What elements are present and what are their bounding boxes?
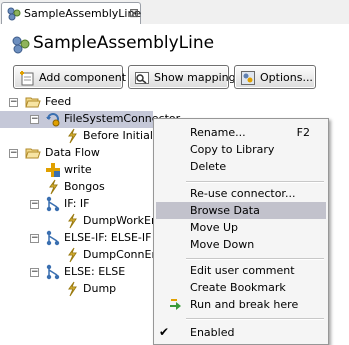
collapse-toggle[interactable]: − — [9, 149, 18, 158]
assembly-line-icon — [7, 7, 21, 21]
tree-label: write — [64, 163, 92, 176]
menu-item-browse-data[interactable]: Browse Data — [156, 202, 326, 219]
tree-node-data-flow[interactable]: − Data Flow — [0, 145, 153, 162]
folder-open-icon — [25, 97, 41, 108]
assembly-line-icon — [12, 36, 30, 54]
options-button[interactable]: Options... — [234, 65, 316, 89]
menu-item-rename[interactable]: Rename... F2 — [156, 124, 326, 141]
menu-separator — [186, 258, 324, 260]
options-icon — [241, 71, 255, 85]
tree-node-dump-conn-entry[interactable]: DumpConnEntry — [0, 247, 153, 264]
menu-label: Move Down — [190, 238, 255, 251]
add-attribute-icon — [46, 163, 60, 177]
menu-shortcut: F2 — [296, 126, 310, 139]
tree-node-else-if[interactable]: − ELSE-IF: ELSE-IF — [0, 230, 153, 247]
tree-label: ELSE-IF: ELSE-IF — [64, 231, 152, 244]
menu-item-move-up[interactable]: Move Up — [156, 219, 326, 236]
menu-separator — [186, 181, 324, 183]
run-break-icon — [170, 299, 181, 310]
collapse-toggle[interactable]: − — [30, 115, 39, 124]
mapping-icon — [135, 72, 149, 84]
tree-node-filesystem-connector[interactable]: − FileSystemConnector — [0, 111, 180, 128]
checkmark-icon: ✔ — [159, 325, 170, 339]
branch-icon — [46, 264, 60, 280]
menu-label: Re-use connector... — [190, 187, 296, 200]
tree-node-before-initialize[interactable]: Before Initialize — [0, 128, 153, 145]
menu-separator — [186, 318, 324, 320]
menu-label: Enabled — [190, 326, 235, 339]
connector-icon — [46, 113, 60, 127]
menu-label: Create Bookmark — [190, 281, 286, 294]
menu-label: Edit user comment — [190, 264, 295, 277]
menu-item-edit-user-comment[interactable]: Edit user comment — [156, 262, 326, 279]
script-icon — [49, 179, 58, 195]
collapse-toggle[interactable]: − — [30, 200, 39, 209]
script-hook-icon — [68, 128, 77, 144]
editor-tab-strip: SampleAssemblyLine ⊠ — [0, 0, 349, 25]
menu-item-move-down[interactable]: Move Down — [156, 236, 326, 253]
branch-icon — [46, 230, 60, 246]
collapse-toggle[interactable]: − — [30, 234, 39, 243]
tree-node-bongos[interactable]: Bongos — [0, 179, 153, 196]
tree-label: Data Flow — [45, 146, 100, 159]
show-mapping-label: Show mapping — [154, 71, 236, 84]
add-component-label: Add component — [39, 71, 127, 84]
menu-item-reuse-connector[interactable]: Re-use connector... — [156, 185, 326, 202]
menu-label: Run and break here — [190, 298, 299, 311]
tree-label: Feed — [45, 95, 72, 108]
menu-label: Browse Data — [190, 204, 260, 217]
menu-label: Copy to Library — [190, 143, 275, 156]
folder-open-icon — [25, 148, 41, 159]
tree-node-dump-work-entry[interactable]: DumpWorkEntry — [0, 213, 153, 230]
tree-node-if[interactable]: − IF: IF — [0, 196, 153, 213]
show-mapping-button[interactable]: Show mapping — [128, 65, 236, 89]
tree-label: Before Initialize — [83, 129, 153, 142]
collapse-toggle[interactable]: − — [30, 268, 39, 277]
menu-label: Delete — [190, 160, 227, 173]
tree-label: Dump — [83, 282, 117, 295]
tab-label: SampleAssemblyLine — [24, 7, 142, 20]
tree-node-else[interactable]: − ELSE: ELSE — [0, 264, 153, 281]
options-label: Options... — [260, 71, 313, 84]
tree-node-feed[interactable]: − Feed — [0, 94, 349, 111]
collapse-toggle[interactable]: − — [9, 98, 18, 107]
add-component-button[interactable]: Add component — [13, 65, 127, 89]
menu-label: Rename... — [190, 126, 246, 139]
tree-node-dump[interactable]: Dump — [0, 281, 153, 298]
editor-header: SampleAssemblyLine — [0, 24, 349, 64]
tree-label: DumpConnEntry — [83, 248, 153, 261]
menu-item-create-bookmark[interactable]: Create Bookmark — [156, 279, 326, 296]
script-icon — [68, 247, 77, 263]
tree-label: Bongos — [64, 180, 105, 193]
menu-item-delete[interactable]: Delete — [156, 158, 326, 175]
menu-item-copy-to-library[interactable]: Copy to Library — [156, 141, 326, 158]
tree-node-write[interactable]: write — [0, 162, 153, 179]
menu-item-run-and-break[interactable]: Run and break here — [156, 296, 326, 313]
menu-label: Move Up — [190, 221, 239, 234]
add-component-icon — [20, 71, 34, 86]
tree-label: DumpWorkEntry — [83, 214, 153, 227]
tab-sample-assembly-line[interactable]: SampleAssemblyLine ⊠ — [1, 2, 141, 24]
script-icon — [68, 213, 77, 229]
tree-label: IF: IF — [64, 197, 90, 210]
close-icon[interactable]: ⊠ — [129, 6, 139, 20]
page-title: SampleAssemblyLine — [33, 33, 215, 53]
tree-label: ELSE: ELSE — [64, 265, 126, 278]
menu-item-enabled[interactable]: ✔ Enabled — [156, 324, 326, 341]
context-menu: Rename... F2 Copy to Library Delete Re-u… — [153, 118, 329, 345]
branch-icon — [46, 196, 60, 212]
script-icon — [68, 281, 77, 297]
